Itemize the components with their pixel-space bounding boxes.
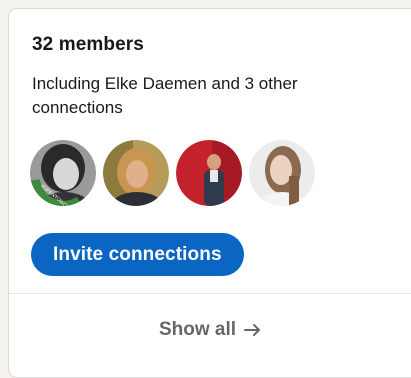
members-card: 32 members Including Elke Daemen and 3 o… (8, 8, 411, 378)
avatar-member-2[interactable] (103, 140, 169, 206)
avatar-member-4[interactable] (249, 140, 315, 206)
member-avatars: #OPENTOWORK (30, 140, 315, 206)
card-divider (9, 293, 411, 294)
avatar-open-to-work[interactable]: #OPENTOWORK (30, 140, 96, 206)
invite-connections-button[interactable]: Invite connections (31, 233, 244, 276)
avatar-member-3[interactable] (176, 140, 242, 206)
arrow-right-icon (244, 322, 262, 338)
mutual-connections-text: Including Elke Daemen and 3 other connec… (32, 74, 298, 117)
members-count-title: 32 members (32, 34, 144, 55)
show-all-button[interactable]: Show all (9, 295, 411, 365)
show-all-label: Show all (158, 319, 237, 340)
